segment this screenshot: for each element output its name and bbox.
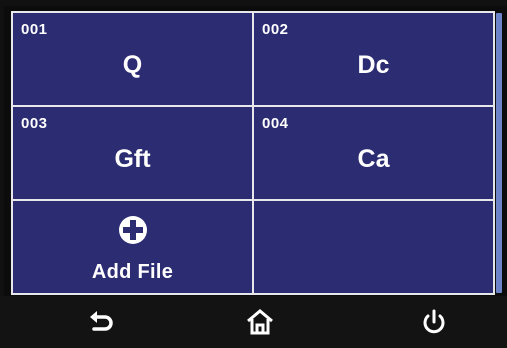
- file-number: 001: [21, 21, 48, 38]
- add-file-label: Add File: [91, 261, 174, 283]
- plus-circle-icon: [118, 215, 148, 245]
- power-button[interactable]: [419, 308, 449, 336]
- file-number: 002: [262, 21, 289, 38]
- empty-tile: [254, 201, 493, 293]
- bottom-nav-bar: [0, 296, 507, 348]
- power-icon: [423, 309, 445, 334]
- back-button[interactable]: [86, 308, 116, 336]
- file-number: 004: [262, 115, 289, 132]
- file-name: Ca: [357, 145, 390, 173]
- file-browser-screen: 001 Q 002 Dc 003 Gft 004 Ca Add File: [0, 0, 507, 348]
- add-file-button[interactable]: Add File: [13, 201, 254, 293]
- file-tile-001[interactable]: 001 Q: [13, 13, 254, 107]
- file-tile-003[interactable]: 003 Gft: [13, 107, 254, 201]
- file-name: Q: [122, 51, 143, 79]
- home-icon: [247, 309, 273, 335]
- file-name: Dc: [357, 51, 390, 79]
- file-number: 003: [21, 115, 48, 132]
- add-file-icon-wrap: [13, 215, 252, 250]
- scrollbar[interactable]: [496, 13, 502, 293]
- file-tile-002[interactable]: 002 Dc: [254, 13, 493, 107]
- file-tile-004[interactable]: 004 Ca: [254, 107, 493, 201]
- back-arrow-icon: [90, 311, 113, 331]
- file-grid: 001 Q 002 Dc 003 Gft 004 Ca Add File: [11, 11, 495, 295]
- home-button[interactable]: [245, 308, 275, 336]
- file-name: Gft: [114, 145, 151, 173]
